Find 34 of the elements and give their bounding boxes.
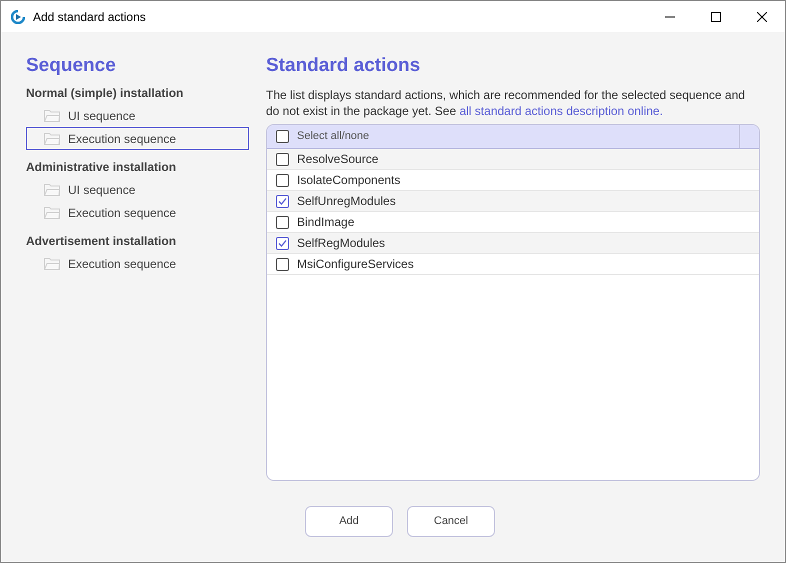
- checkbox[interactable]: [276, 130, 289, 143]
- app-logo-icon: [11, 10, 25, 24]
- checkbox[interactable]: [276, 258, 289, 270]
- tree-item[interactable]: UI sequence: [26, 104, 249, 127]
- group-label: Advertisement installation: [26, 233, 178, 250]
- select-all-label[interactable]: Select all/none: [297, 128, 370, 145]
- tree-item[interactable]: Execution sequence: [26, 127, 249, 150]
- tree-item[interactable]: Execution sequence: [26, 201, 249, 224]
- window-title: Add standard actions: [33, 8, 146, 26]
- dialog-button[interactable]: Cancel: [407, 506, 495, 537]
- folder-icon: [44, 132, 60, 145]
- checkbox[interactable]: [276, 194, 289, 208]
- section-heading: Standard actions: [266, 54, 422, 78]
- tree-item[interactable]: UI sequence: [26, 178, 249, 201]
- close-icon: [757, 12, 767, 22]
- action-row[interactable]: SelfUnregModules: [267, 191, 759, 212]
- description-text: The list displays standard actions, which are recommended for the selected sequence and do not exist in the package yet. See all standard actions description online.: [266, 87, 746, 119]
- folder-icon: [44, 109, 60, 122]
- action-row[interactable]: SelfRegModules: [267, 233, 759, 254]
- description-link[interactable]: all standard actions description online.: [459, 104, 663, 118]
- group-label: Normal (simple) installation: [26, 85, 184, 102]
- group-label: Administrative installation: [26, 159, 178, 176]
- maximize-icon: [711, 12, 721, 22]
- dialog-button[interactable]: Add: [305, 506, 393, 537]
- tree-item[interactable]: Execution sequence: [26, 252, 249, 275]
- action-row[interactable]: ResolveSource: [267, 149, 759, 170]
- folder-icon: [44, 206, 60, 219]
- checkbox[interactable]: [276, 216, 289, 228]
- folder-icon: [44, 257, 60, 270]
- checkbox[interactable]: [276, 152, 289, 166]
- checkbox[interactable]: [276, 236, 289, 250]
- folder-icon: [44, 183, 60, 196]
- section-heading: Sequence: [26, 54, 117, 78]
- checkbox[interactable]: [276, 174, 289, 186]
